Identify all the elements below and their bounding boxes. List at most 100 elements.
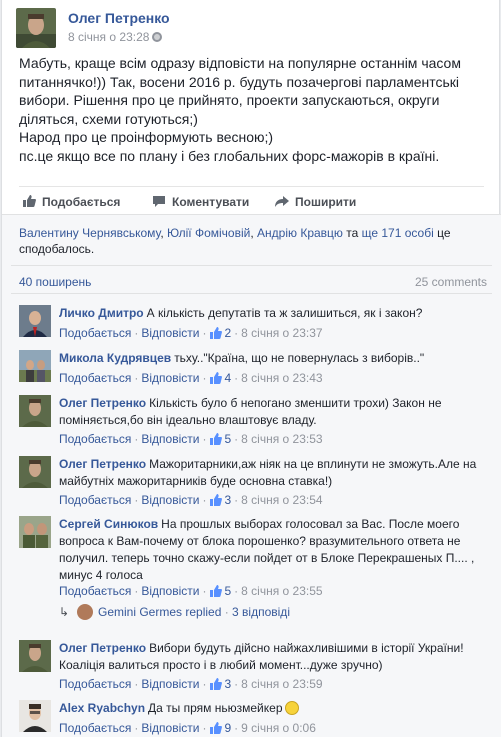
comment-like-link[interactable]: Подобається [59,721,131,735]
commenter-name[interactable]: Олег Петренко [59,396,146,410]
author-avatar[interactable] [16,8,56,48]
comment-like-count: 4 [224,371,232,385]
likes-separator: , [250,226,258,240]
commenter-name[interactable]: Олег Петренко [59,641,146,655]
thumbs-up-icon [210,372,223,384]
comment-likes[interactable]: 3 [209,677,231,691]
comment-like-count: 2 [224,326,232,340]
comment-likes[interactable]: 5 [209,584,231,598]
divider [11,293,492,294]
comment-reply-link[interactable]: Відповісти [141,677,199,691]
comment-time[interactable]: 8 січня о 23:54 [241,493,322,507]
comment-like-link[interactable]: Подобається [59,493,131,507]
like-button[interactable]: Подобається [22,195,120,209]
liker-link[interactable]: Юлії Фомічовій [167,226,250,240]
comment-reply-link[interactable]: Відповісти [141,371,199,385]
comment-text: Личко Дмитро А кількість депутатів та ж з… [59,305,489,322]
post-timestamp[interactable]: 8 січня о 23:28 [68,30,163,44]
comment-like-link[interactable]: Подобається [59,584,131,598]
share-button[interactable]: Поширити [275,195,356,209]
commenter-name[interactable]: Сергей Синюков [59,517,158,531]
commenter-avatar[interactable] [19,395,51,427]
comment-time[interactable]: 9 січня о 0:06 [241,721,316,735]
comment-body: Да ты прям ньюзмейкер [148,701,283,715]
globe-icon [152,32,163,42]
comment-meta: Подобається · Відповісти · 9 · 9 січня о 0:06 [59,721,316,735]
comment-time[interactable]: 8 січня о 23:53 [241,432,322,446]
comments-count[interactable]: 25 comments [415,275,487,289]
commenter-name[interactable]: Олег Петренко [59,457,146,471]
comment-text: Олег Петренко Кількість було б непогано з… [59,395,489,429]
commenter-avatar[interactable] [19,456,51,488]
replies-author[interactable]: Gemini Germes replied [98,605,221,619]
share-icon [275,196,289,207]
comment-reply-link[interactable]: Відповісти [141,326,199,340]
comment-time[interactable]: 8 січня о 23:43 [241,371,322,385]
commenter-avatar[interactable] [19,350,51,382]
comment-likes[interactable]: 2 [209,326,231,340]
comment-label: Коментувати [172,195,250,209]
comment-meta: Подобається · Відповісти · 2 · 8 січня о 23:37 [59,326,323,340]
post-paragraph: Народ про це проінформують весною;) [19,129,274,145]
comment-likes[interactable]: 5 [209,432,231,446]
commenter-avatar[interactable] [19,516,51,548]
comment-like-count: 5 [224,584,232,598]
comment-text: Олег Петренко Вибори будуть дійсно найжах… [59,640,489,674]
comment-reply-link[interactable]: Відповісти [141,432,199,446]
post-time-text[interactable]: 8 січня о 23:28 [68,30,149,44]
comment-meta: Подобається · Відповісти · 5 · 8 січня о 23:53 [59,432,323,446]
author-name[interactable]: Олег Петренко [68,10,170,26]
post-paragraph: пс.це якщо все по плану і без глобальних… [19,147,440,164]
post-card: Олег Петренко 8 січня о 23:28 Мабуть, кр… [1,0,501,737]
post-actions: Подобається Коментувати Поширити [19,186,484,214]
replies-link[interactable]: ↳ Gemini Germes replied · 3 відповіді [59,604,290,620]
post-text: Мабуть, краще всім одразу відповісти на … [19,54,489,165]
comment-time[interactable]: 8 січня о 23:55 [241,584,322,598]
comment-reply-link[interactable]: Відповісти [141,493,199,507]
thumbs-up-icon [210,327,223,339]
liker-link[interactable]: Андрію Кравцю [257,226,343,240]
comment-button[interactable]: Коментувати [152,195,249,209]
likes-sentence: Валентину Чернявському, Юлії Фомічовій, … [19,225,479,257]
share-label: Поширити [295,195,357,209]
commenter-avatar[interactable] [19,640,51,672]
comment-like-link[interactable]: Подобається [59,326,131,340]
like-label: Подобається [42,195,121,209]
comment-time[interactable]: 8 січня о 23:37 [241,326,322,340]
comment-icon [153,196,165,207]
thumbs-up-icon [210,494,223,506]
comment-likes[interactable]: 3 [209,493,231,507]
smile-emoji-icon [284,701,299,715]
comment-likes[interactable]: 9 [209,721,231,735]
comment-meta: Подобається · Відповісти · 5 · 8 січня о 23:55 [59,584,323,598]
replier-avatar [77,604,93,620]
commenter-name[interactable]: Личко Дмитро [59,306,144,320]
comment-reply-link[interactable]: Відповісти [141,721,199,735]
comment-likes[interactable]: 4 [209,371,231,385]
thumbs-up-icon [210,678,223,690]
comment-like-link[interactable]: Подобається [59,677,131,691]
divider [11,265,492,266]
comment-text: Сергей Синюков На прошлых выборах голосов… [59,516,489,584]
replies-count[interactable]: 3 відповіді [232,605,290,619]
comment-reply-link[interactable]: Відповісти [141,584,199,598]
comment-like-count: 5 [224,432,232,446]
thumbs-up-icon [210,722,223,734]
commenter-avatar[interactable] [19,700,51,732]
comment-text: Alex Ryabchyn Да ты прям ньюзмейкер [59,700,489,717]
comment-like-count: 3 [224,677,232,691]
comment-time[interactable]: 8 січня о 23:59 [241,677,322,691]
comment-like-link[interactable]: Подобається [59,432,131,446]
comment-like-link[interactable]: Подобається [59,371,131,385]
comment-body: тьху.."Країна, що не повернулась з вибор… [174,351,425,365]
comment-like-count: 9 [224,721,232,735]
commenter-name[interactable]: Alex Ryabchyn [59,701,145,715]
likes-others-link[interactable]: ще 171 особі [362,226,434,240]
comment-meta: Подобається · Відповісти · 3 · 8 січня о 23:59 [59,677,323,691]
commenter-avatar[interactable] [19,305,51,337]
comment-text: Олег Петренко Мажоритарники,аж ніяк на це… [59,456,489,490]
thumbs-up-icon [210,585,223,597]
commenter-name[interactable]: Микола Кудрявцев [59,351,171,365]
liker-link[interactable]: Валентину Чернявському [19,226,160,240]
shares-count[interactable]: 40 поширень [19,275,91,289]
